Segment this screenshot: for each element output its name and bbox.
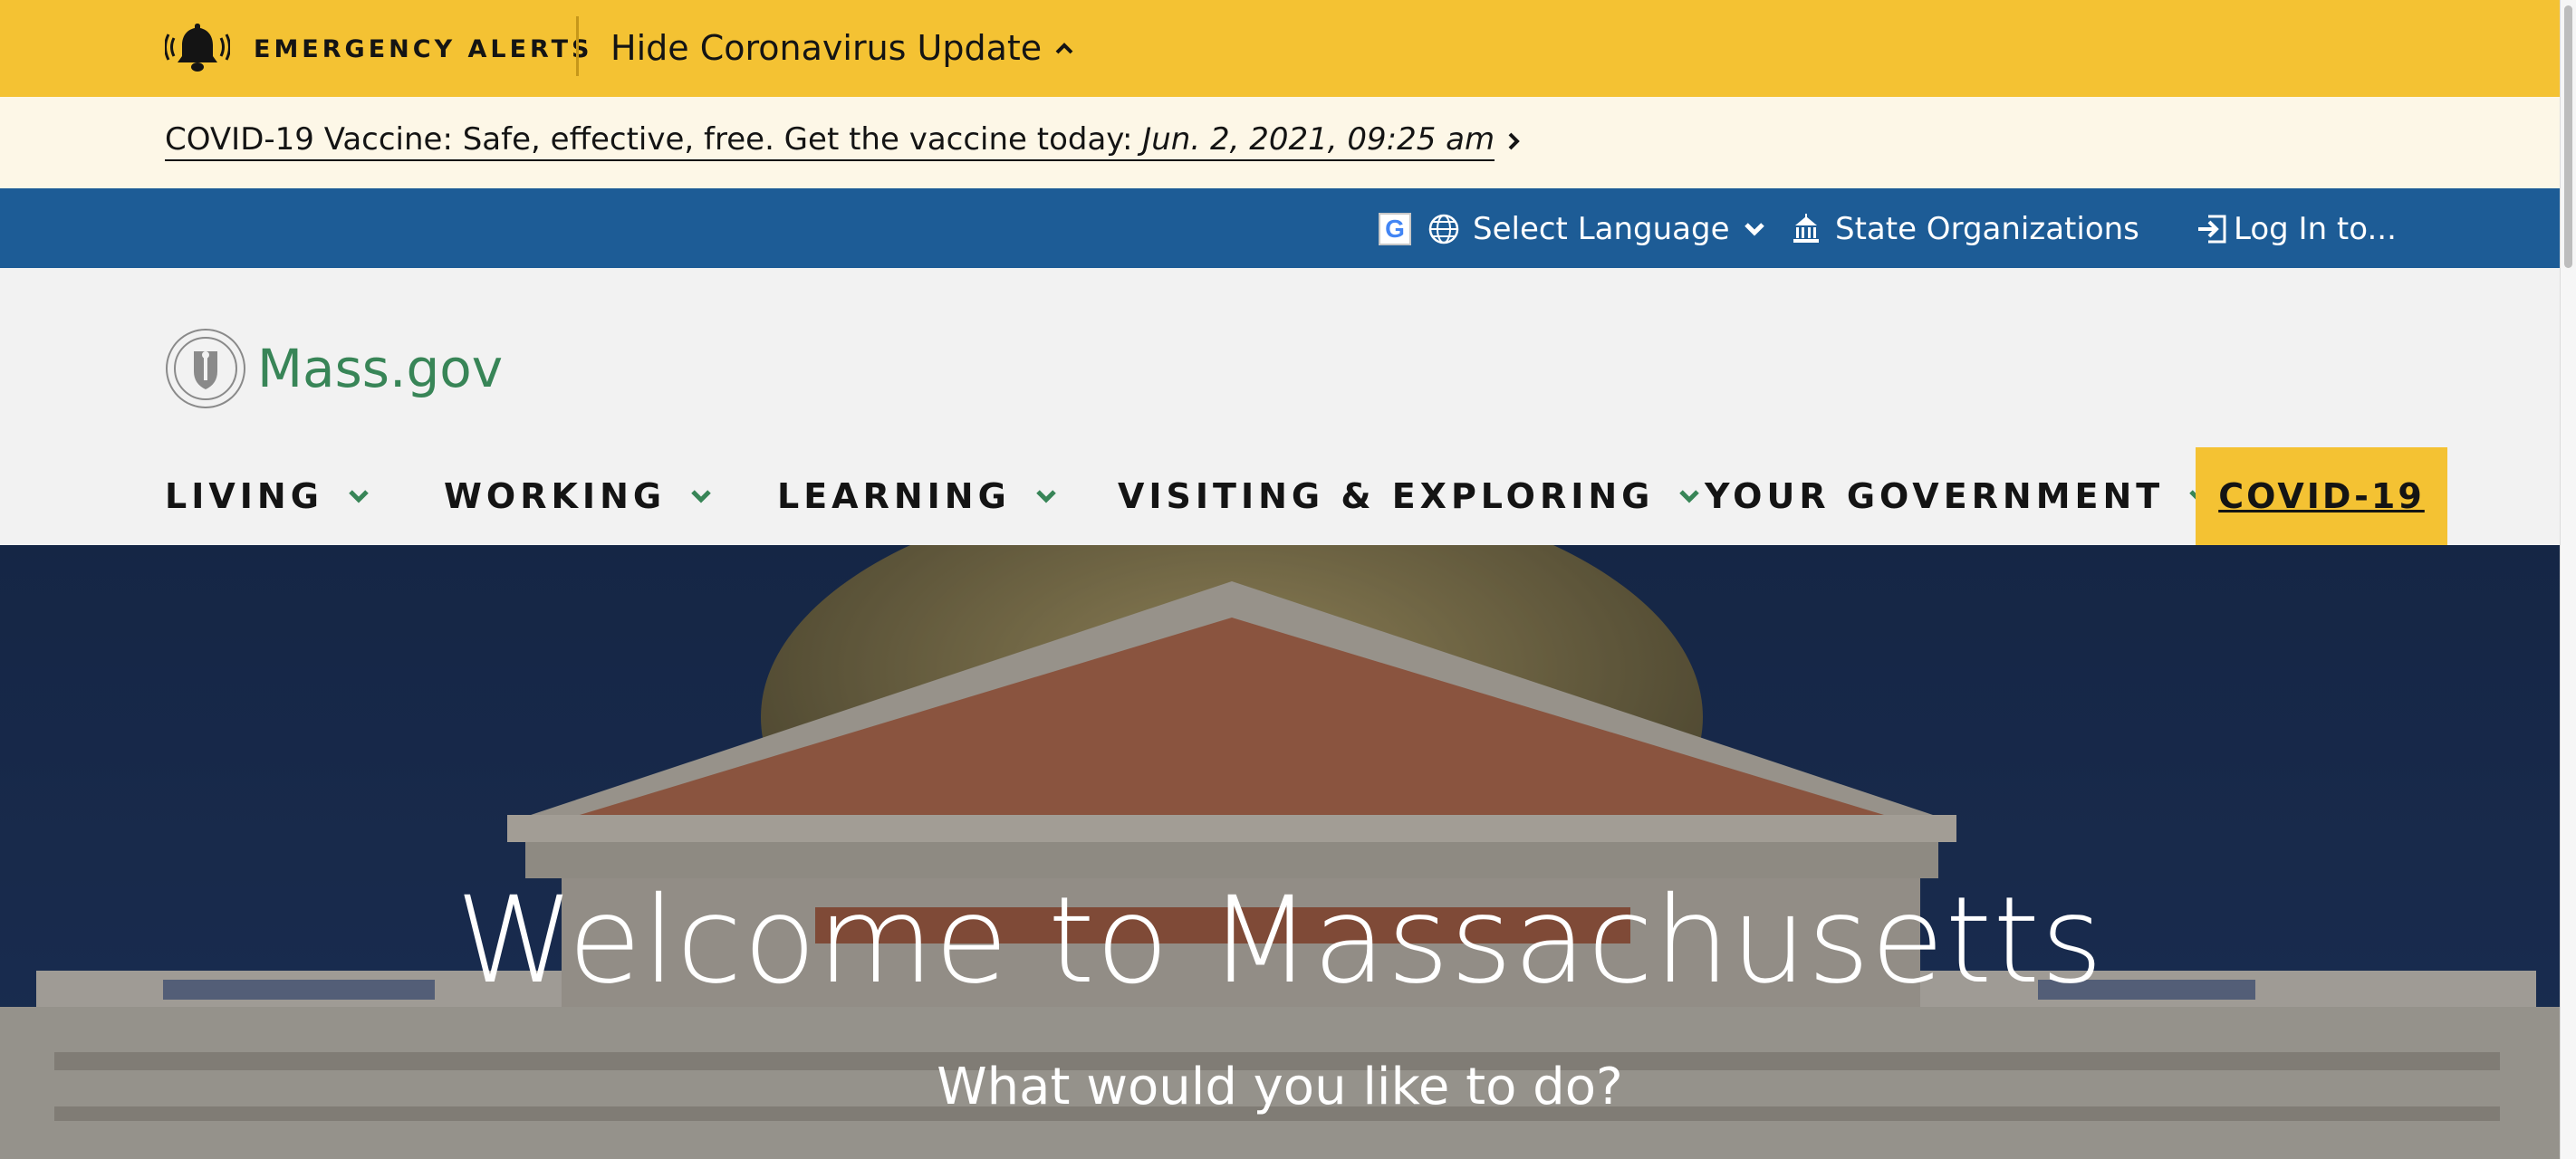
google-translate-icon: G <box>1379 213 1411 245</box>
hide-coronavirus-update-toggle[interactable]: Hide Coronavirus Update <box>610 25 1074 71</box>
nav-item-living[interactable]: LIVING <box>165 447 370 545</box>
language-selector[interactable]: G Select Language <box>1379 205 1766 254</box>
capitol-building-icon <box>1793 214 1819 243</box>
globe-icon <box>1428 214 1459 244</box>
nav-item-learning[interactable]: LEARNING <box>777 447 1058 545</box>
page: EMERGENCY ALERTS Hide Coronavirus Update… <box>0 0 2560 1159</box>
state-organizations-link[interactable]: State Organizations <box>1790 205 2139 254</box>
nav-item-label: LEARNING <box>777 476 1011 516</box>
nav-item-visiting-exploring[interactable]: VISITING & EXPLORING <box>1118 447 1701 545</box>
login-label: Log In to... <box>2234 211 2397 247</box>
scrollbar-thumb[interactable] <box>2564 5 2572 268</box>
emergency-alerts-text: EMERGENCY ALERTS <box>254 34 593 63</box>
chevron-right-icon <box>1508 132 1520 150</box>
hero-banner: Welcome to Massachusetts What would you … <box>0 545 2560 1159</box>
chevron-down-icon <box>1679 490 1700 503</box>
chevron-up-icon <box>1055 43 1073 54</box>
nav-item-label: WORKING <box>444 476 667 516</box>
mass-gov-logo[interactable]: Mass.gov <box>165 328 503 409</box>
login-icon <box>2198 215 2226 244</box>
vaccine-notice-text: COVID-19 Vaccine: Safe, effective, free.… <box>165 121 1495 161</box>
main-nav: LIVING WORKING LEARNING VISITING & EXPLO… <box>0 447 2560 545</box>
chevron-down-icon <box>1036 490 1056 503</box>
page-scrollbar[interactable] <box>2560 0 2576 1159</box>
nav-item-label: YOUR GOVERNMENT <box>1705 476 2165 516</box>
chevron-down-icon <box>349 490 369 503</box>
chevron-down-icon <box>691 490 711 503</box>
vaccine-notice-link[interactable]: COVID-19 Vaccine: Safe, effective, free.… <box>165 121 1522 161</box>
language-label: Select Language <box>1473 211 1730 247</box>
chevron-down-icon <box>1744 223 1764 236</box>
state-seal-icon <box>166 329 245 408</box>
vaccine-notice-date: Jun. 2, 2021, 09:25 am <box>1142 121 1495 158</box>
hero-subtitle: What would you like to do? <box>937 1058 1623 1116</box>
nav-item-label: VISITING & EXPLORING <box>1118 476 1655 516</box>
nav-item-your-government[interactable]: YOUR GOVERNMENT <box>1705 447 2211 545</box>
alert-divider <box>576 16 579 76</box>
bell-icon <box>165 24 230 72</box>
state-organizations-label: State Organizations <box>1835 211 2139 247</box>
utility-nav <box>0 188 2560 268</box>
logo-text: Mass.gov <box>257 338 504 399</box>
emergency-alerts-label: EMERGENCY ALERTS <box>165 13 593 85</box>
hide-toggle-label: Hide Coronavirus Update <box>610 28 1043 68</box>
covid-19-button[interactable]: COVID-19 <box>2196 447 2447 545</box>
hero-title: Welcome to Massachusetts <box>456 871 2104 1011</box>
nav-item-label: LIVING <box>165 476 323 516</box>
vaccine-notice-message: COVID-19 Vaccine: Safe, effective, free.… <box>165 121 1143 158</box>
nav-item-working[interactable]: WORKING <box>444 447 713 545</box>
login-link[interactable]: Log In to... <box>2196 205 2397 254</box>
